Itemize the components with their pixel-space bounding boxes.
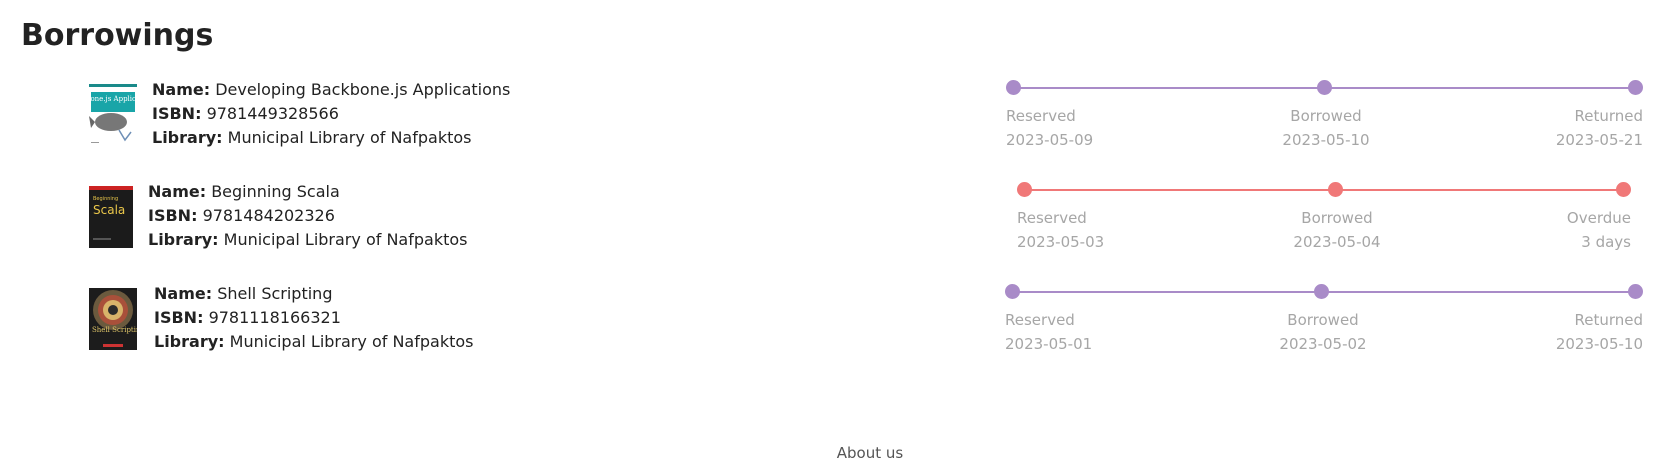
book-cover-backbone[interactable]: Backbone.js Applications xyxy=(89,84,137,146)
step-label: Reserved xyxy=(1017,209,1087,227)
library-label: Library: xyxy=(148,230,219,249)
book-name: Shell Scripting xyxy=(217,284,333,303)
timeline-dot-overdue xyxy=(1616,182,1631,197)
library-label: Library: xyxy=(152,128,223,147)
step-value: 2023-05-10 xyxy=(1555,335,1643,353)
library-label: Library: xyxy=(154,332,225,351)
isbn-label: ISBN: xyxy=(154,308,204,327)
book-name-line: Name: Developing Backbone.js Application… xyxy=(152,78,510,102)
timeline-dot-reserved xyxy=(1017,182,1032,197)
svg-text:Beginning: Beginning xyxy=(93,196,118,202)
book-isbn-line: ISBN: 9781118166321 xyxy=(154,306,473,330)
name-label: Name: xyxy=(152,80,211,99)
isbn-label: ISBN: xyxy=(152,104,202,123)
book-isbn: 9781449328566 xyxy=(206,104,339,123)
step-label: Returned xyxy=(1574,311,1643,329)
borrowing-timeline: Reserved 2023-05-09 Borrowed 2023-05-10 … xyxy=(1006,78,1643,158)
step-value: 2023-05-02 xyxy=(1279,335,1367,353)
book-library: Municipal Library of Nafpaktos xyxy=(227,128,472,147)
cover-title-text: Shell Scripting xyxy=(92,326,137,334)
step-value: 2023-05-21 xyxy=(1555,131,1643,149)
step-label: Borrowed xyxy=(1287,311,1359,329)
book-library-line: Library: Municipal Library of Nafpaktos xyxy=(148,228,467,252)
timeline-dot-reserved xyxy=(1006,80,1021,95)
about-us-link[interactable]: About us xyxy=(0,444,1680,462)
step-value: 2023-05-10 xyxy=(1282,131,1370,149)
step-value: 3 days xyxy=(1581,233,1631,251)
name-label: Name: xyxy=(148,182,207,201)
timeline-step-overdue: Overdue 3 days xyxy=(1567,206,1631,254)
book-library: Municipal Library of Nafpaktos xyxy=(229,332,474,351)
timeline-dot-borrowed xyxy=(1314,284,1329,299)
timeline-step-borrowed: Borrowed 2023-05-10 xyxy=(1282,104,1369,152)
step-label: Reserved xyxy=(1006,107,1076,125)
page-title: Borrowings xyxy=(21,18,214,53)
name-label: Name: xyxy=(154,284,213,303)
cover-title-text: Backbone.js Applications xyxy=(89,95,137,103)
timeline-dot-borrowed xyxy=(1328,182,1343,197)
isbn-label: ISBN: xyxy=(148,206,198,225)
timeline-dot-reserved xyxy=(1005,284,1020,299)
borrowing-row: Shell Scripting Name: Shell Scripting IS… xyxy=(0,282,1680,372)
timeline-step-borrowed: Borrowed 2023-05-02 xyxy=(1279,308,1366,356)
book-name: Developing Backbone.js Applications xyxy=(215,80,511,99)
book-name: Beginning Scala xyxy=(211,182,340,201)
book-isbn-line: ISBN: 9781484202326 xyxy=(148,204,467,228)
book-isbn: 9781118166321 xyxy=(208,308,341,327)
borrowing-timeline: Reserved 2023-05-03 Borrowed 2023-05-04 … xyxy=(1017,180,1631,260)
step-label: Reserved xyxy=(1005,311,1075,329)
timeline-step-returned: Returned 2023-05-10 xyxy=(1556,308,1643,356)
step-label: Returned xyxy=(1574,107,1643,125)
timeline-step-reserved: Reserved 2023-05-01 xyxy=(1005,308,1092,356)
book-library-line: Library: Municipal Library of Nafpaktos xyxy=(154,330,473,354)
step-value: 2023-05-01 xyxy=(1005,335,1093,353)
borrowing-row: Beginning Scala Name: Beginning Scala IS… xyxy=(0,180,1680,270)
step-label: Borrowed xyxy=(1290,107,1362,125)
timeline-dot-returned xyxy=(1628,284,1643,299)
book-name-line: Name: Beginning Scala xyxy=(148,180,467,204)
book-isbn-line: ISBN: 9781449328566 xyxy=(152,102,510,126)
borrowing-timeline: Reserved 2023-05-01 Borrowed 2023-05-02 … xyxy=(1005,282,1643,362)
book-name-line: Name: Shell Scripting xyxy=(154,282,473,306)
book-cover-shell[interactable]: Shell Scripting xyxy=(89,288,137,350)
book-isbn: 9781484202326 xyxy=(202,206,335,225)
timeline-step-reserved: Reserved 2023-05-03 xyxy=(1017,206,1104,254)
step-value: 2023-05-09 xyxy=(1006,131,1094,149)
cover-title-text: Scala xyxy=(93,203,125,217)
step-value: 2023-05-03 xyxy=(1017,233,1105,251)
book-library: Municipal Library of Nafpaktos xyxy=(223,230,468,249)
book-info: Name: Shell Scripting ISBN: 978111816632… xyxy=(154,282,473,354)
timeline-dot-returned xyxy=(1628,80,1643,95)
borrowing-row: Backbone.js Applications Name: Developin… xyxy=(0,78,1680,168)
timeline-dot-borrowed xyxy=(1317,80,1332,95)
timeline-step-reserved: Reserved 2023-05-09 xyxy=(1006,104,1093,152)
book-info: Name: Developing Backbone.js Application… xyxy=(152,78,510,150)
book-library-line: Library: Municipal Library of Nafpaktos xyxy=(152,126,510,150)
step-label: Overdue xyxy=(1566,209,1631,227)
timeline-line xyxy=(1024,189,1624,191)
book-cover-scala[interactable]: Beginning Scala xyxy=(89,186,133,248)
timeline-step-returned: Returned 2023-05-21 xyxy=(1556,104,1643,152)
book-info: Name: Beginning Scala ISBN: 978148420232… xyxy=(148,180,467,252)
step-label: Borrowed xyxy=(1301,209,1373,227)
step-value: 2023-05-04 xyxy=(1293,233,1381,251)
timeline-step-borrowed: Borrowed 2023-05-04 xyxy=(1293,206,1380,254)
